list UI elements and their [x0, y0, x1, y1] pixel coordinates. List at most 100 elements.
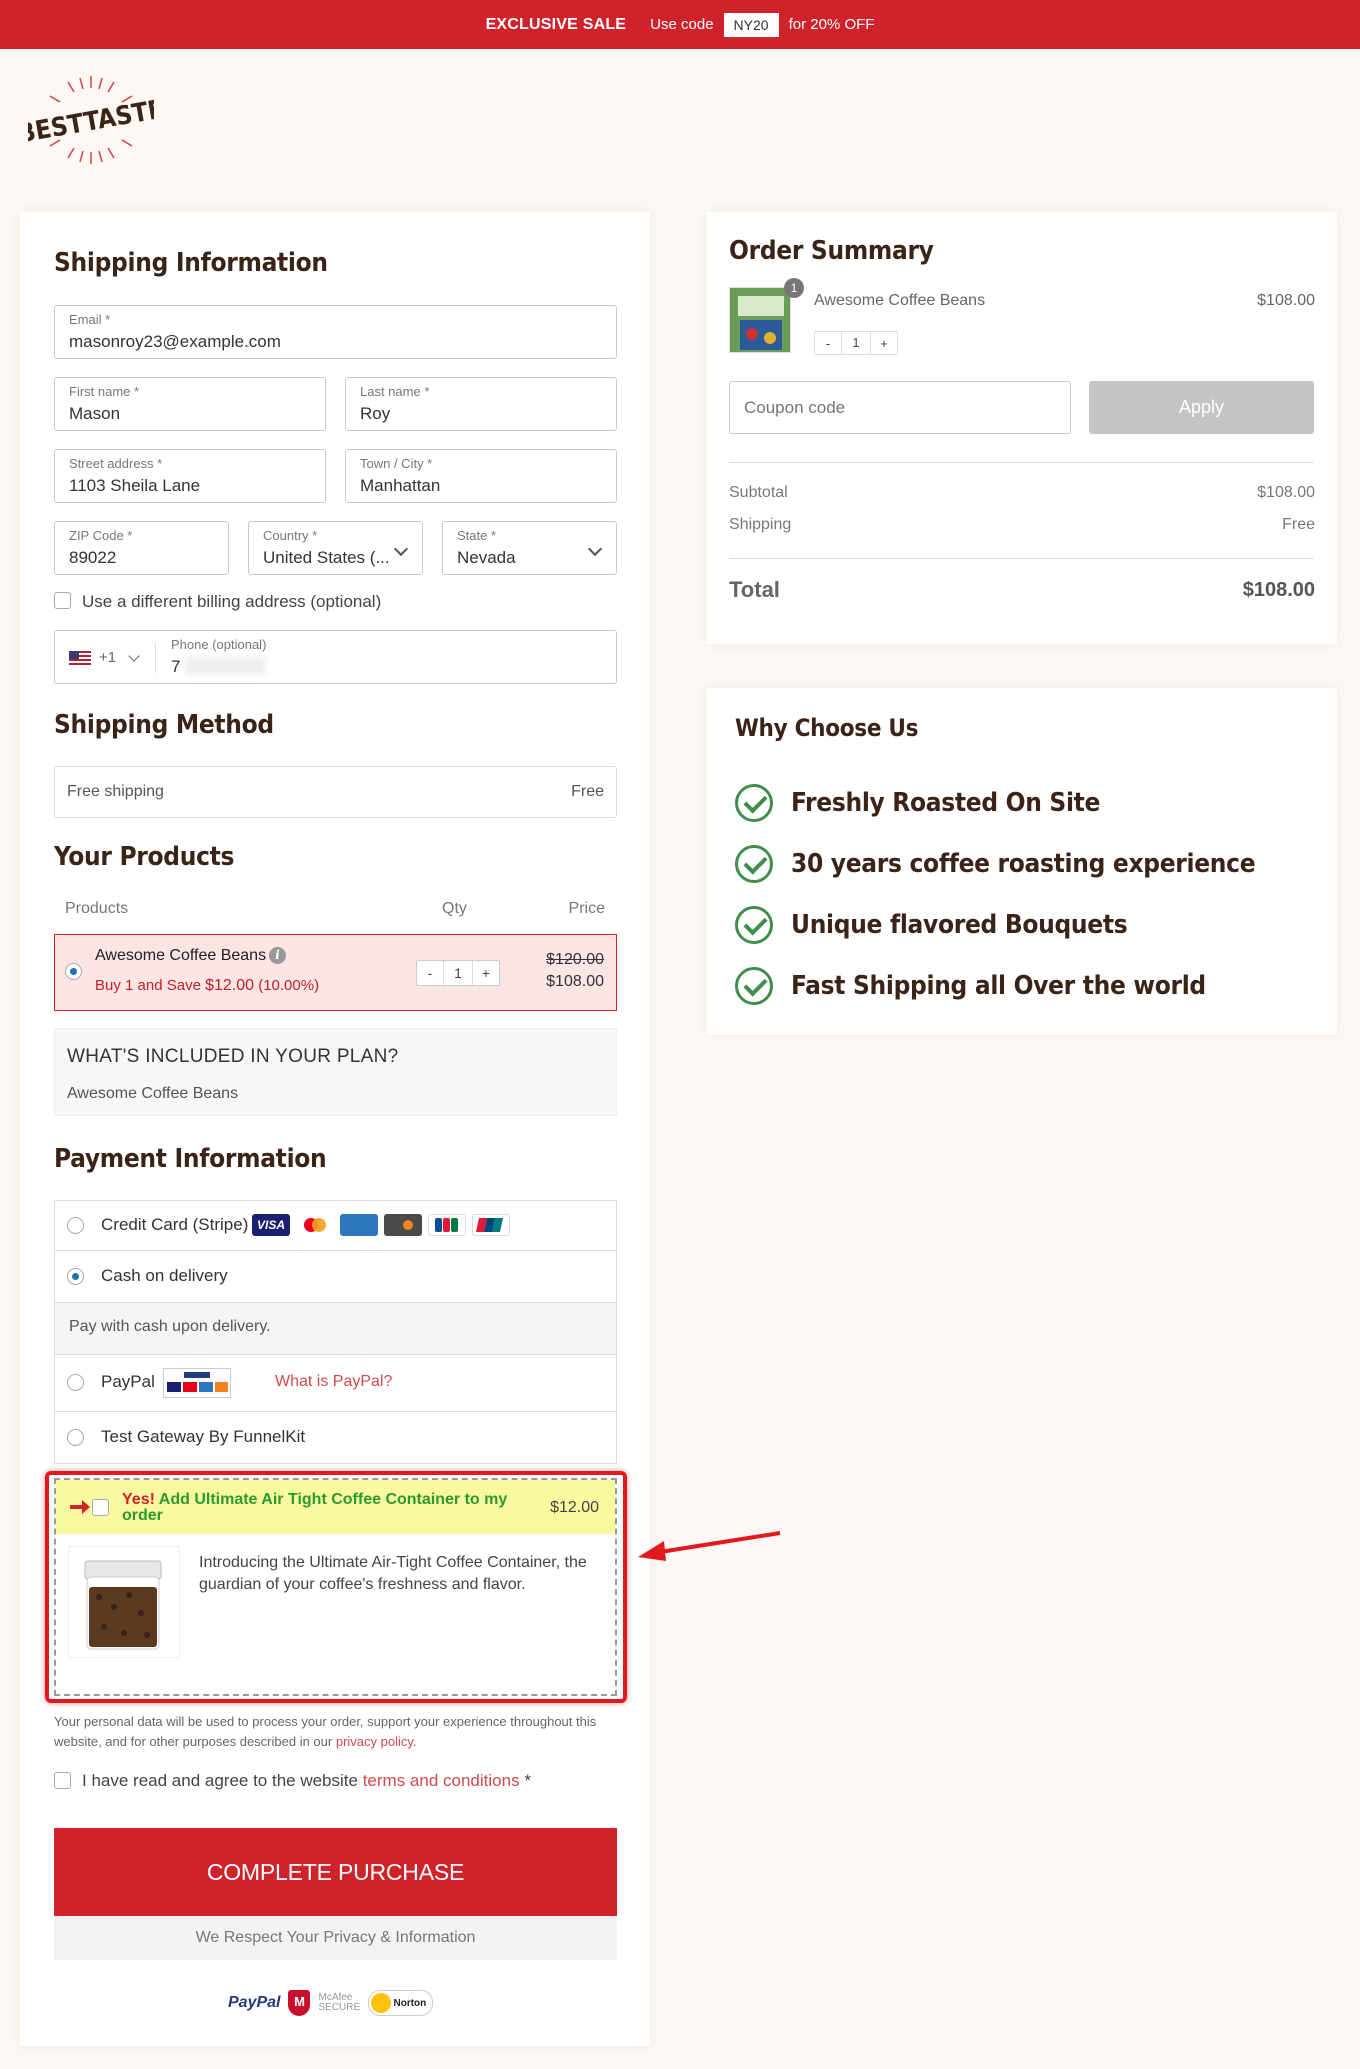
zip-value: 89022	[69, 548, 117, 567]
promo-sale-label: EXCLUSIVE SALE	[485, 15, 627, 33]
why-item: Fast Shipping all Over the world	[735, 967, 1206, 1005]
privacy-end: .	[412, 1734, 417, 1749]
visa-icon: VISA	[252, 1214, 290, 1236]
payment-title: Payment Information	[54, 1144, 327, 1174]
order-bump-header[interactable]: Yes! Add Ultimate Air Tight Coffee Conta…	[56, 1480, 615, 1534]
billing-address-label: Use a different billing address (optiona…	[82, 592, 382, 611]
brand-logo[interactable]: BESTTASTE	[15, 68, 166, 172]
city-value: Manhattan	[360, 476, 441, 495]
billing-address-checkbox[interactable]	[54, 592, 71, 609]
payment-methods: Credit Card (Stripe) VISA Cash on delive…	[54, 1200, 617, 1464]
promo-bar: EXCLUSIVE SALE Use code NY20 for 20% OFF	[0, 0, 1360, 49]
order-bump-checkbox[interactable]	[92, 1499, 109, 1516]
phone-divider	[155, 643, 156, 673]
terms-label: I have read and agree to the website ter…	[82, 1771, 531, 1791]
email-field[interactable]: Email * masonroy23@example.com	[54, 305, 617, 359]
why-item-label: Unique flavored Bouquets	[791, 910, 1128, 940]
city-field[interactable]: Town / City * Manhattan	[345, 449, 617, 503]
check-circle-icon	[735, 906, 773, 944]
check-circle-icon	[735, 845, 773, 883]
phone-field[interactable]: +1 Phone (optional) 7	[54, 630, 617, 684]
phone-value: 7	[171, 657, 181, 676]
promo-use-code: Use code	[650, 16, 714, 33]
order-summary-title: Order Summary	[729, 236, 934, 266]
summary-qty-stepper[interactable]: - 1 +	[814, 331, 898, 355]
street-label: Street address *	[69, 456, 163, 471]
payment-stripe-option[interactable]: Credit Card (Stripe) VISA	[55, 1201, 616, 1251]
paypal-badge: PayPal	[228, 1994, 281, 2011]
cod-description: Pay with cash upon delivery.	[55, 1303, 616, 1355]
us-flag-icon	[69, 650, 91, 665]
order-bump-title: Yes! Add Ultimate Air Tight Coffee Conta…	[122, 1492, 532, 1524]
product-row[interactable]: Awesome Coffee Beans i Buy 1 and Save $1…	[54, 934, 617, 1011]
cod-desc-text: Pay with cash upon delivery.	[69, 1318, 271, 1335]
container-product-image	[68, 1546, 180, 1658]
summary-product-image	[729, 287, 791, 353]
plan-title: WHAT'S INCLUDED IN YOUR PLAN?	[67, 1046, 399, 1067]
terms-checkbox[interactable]	[54, 1772, 71, 1789]
product-promo: Buy 1 and Save $12.00 (10.00%)	[95, 977, 319, 995]
subtotal-value: $108.00	[1257, 484, 1315, 501]
phone-label: Phone (optional)	[171, 637, 267, 652]
zip-field[interactable]: ZIP Code * 89022	[54, 521, 229, 575]
coupon-input[interactable]	[729, 381, 1071, 434]
shipping-method-title: Shipping Method	[54, 710, 274, 740]
payment-test-gateway-option[interactable]: Test Gateway By FunnelKit	[55, 1412, 616, 1464]
cod-radio[interactable]	[67, 1268, 84, 1285]
apply-coupon-button[interactable]: Apply	[1089, 381, 1314, 434]
shipping-label: Shipping	[729, 516, 792, 533]
payment-paypal-option[interactable]: PayPal What is PayPal?	[55, 1355, 616, 1412]
product-qty-stepper[interactable]: - 1 +	[416, 960, 500, 986]
street-address-field[interactable]: Street address * 1103 Sheila Lane	[54, 449, 326, 503]
summary-qty-plus-button[interactable]: +	[871, 336, 897, 351]
qty-plus-button[interactable]: +	[473, 965, 499, 981]
email-value: masonroy23@example.com	[69, 332, 281, 351]
annotation-arrow-icon	[638, 1531, 781, 1561]
last-name-field[interactable]: Last name * Roy	[345, 377, 617, 431]
privacy-policy-link[interactable]: privacy policy	[336, 1734, 413, 1749]
stripe-label: Credit Card (Stripe)	[101, 1215, 249, 1234]
phone-code: +1	[99, 649, 117, 666]
shipping-method-option[interactable]: Free shipping Free	[54, 766, 617, 818]
checkout-form-card: Shipping Information Email * masonroy23@…	[20, 212, 650, 2046]
stripe-radio[interactable]	[67, 1217, 84, 1234]
promo-code: NY20	[723, 12, 779, 37]
privacy-text: Your personal data will be used to proce…	[54, 1714, 597, 1749]
test-gateway-radio[interactable]	[67, 1429, 84, 1446]
check-circle-icon	[735, 967, 773, 1005]
what-is-paypal-link[interactable]: What is PayPal?	[275, 1373, 392, 1391]
product-radio[interactable]	[65, 963, 82, 980]
promo-prefix: Buy 1 and Save	[95, 977, 201, 994]
summary-qty-minus-button[interactable]: -	[815, 336, 841, 351]
qty-value[interactable]: 1	[443, 961, 473, 985]
paypal-cards-icon	[163, 1368, 231, 1398]
country-select[interactable]: Country * United States (...	[248, 521, 423, 575]
complete-purchase-button[interactable]: COMPLETE PURCHASE	[54, 1828, 617, 1916]
summary-qty-value[interactable]: 1	[841, 332, 871, 354]
paypal-radio[interactable]	[67, 1374, 84, 1391]
divider	[729, 462, 1314, 463]
total-label: Total	[729, 577, 780, 602]
norton-check-icon	[371, 1993, 392, 2013]
payment-cod-option[interactable]: Cash on delivery	[55, 1251, 616, 1303]
amex-icon	[340, 1214, 378, 1236]
test-gateway-label: Test Gateway By FunnelKit	[101, 1427, 306, 1446]
first-name-field[interactable]: First name * Mason	[54, 377, 326, 431]
state-select[interactable]: State * Nevada	[442, 521, 617, 575]
paypal-label: PayPal	[101, 1372, 155, 1391]
first-name-value: Mason	[69, 404, 121, 423]
country-label: Country *	[263, 528, 318, 543]
why-item-label: Fast Shipping all Over the world	[791, 971, 1206, 1001]
why-title: Why Choose Us	[735, 714, 919, 742]
why-item-label: Freshly Roasted On Site	[791, 788, 1101, 818]
why-item: Freshly Roasted On Site	[735, 784, 1100, 822]
state-value: Nevada	[457, 548, 516, 567]
qty-minus-button[interactable]: -	[417, 965, 443, 981]
phone-country-selector[interactable]: +1	[69, 649, 144, 666]
chevron-down-icon	[128, 649, 140, 662]
mastercard-icon	[296, 1214, 334, 1236]
terms-link[interactable]: terms and conditions	[363, 1771, 520, 1790]
info-icon[interactable]: i	[269, 947, 286, 964]
email-label: Email *	[69, 312, 111, 327]
street-value: 1103 Sheila Lane	[69, 476, 201, 495]
